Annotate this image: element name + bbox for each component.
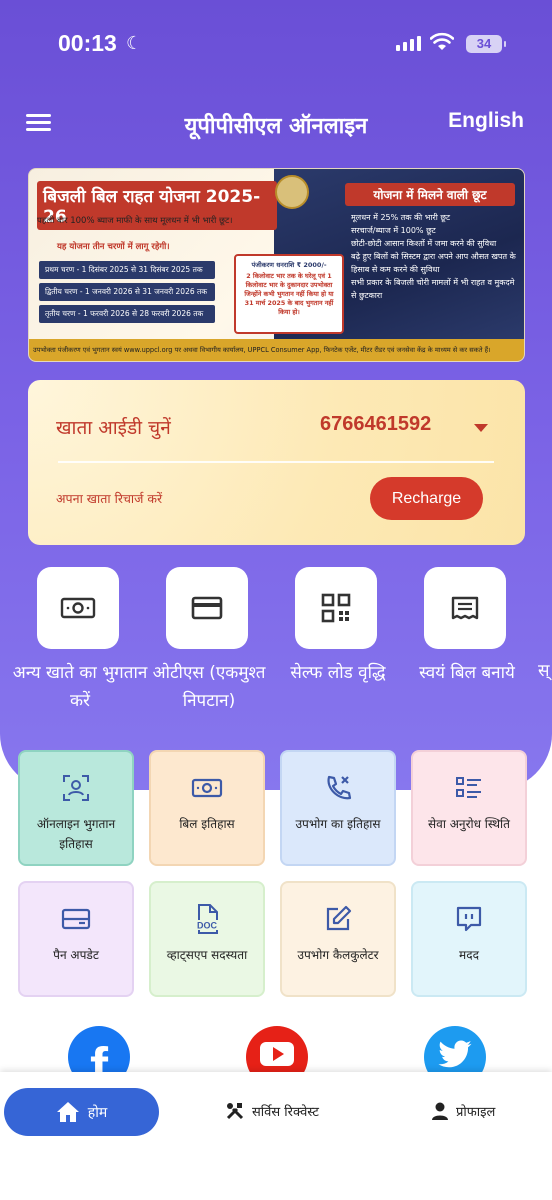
banner-registration-fee: पंजीकरण धनराशि ₹ 2000/- [251, 261, 327, 269]
battery-icon: 34 [466, 35, 506, 53]
benefit-item: छोटी-छोटी आसान किश्तों में जमा करने की स… [351, 239, 497, 248]
cash-icon [60, 597, 96, 619]
edit-icon [324, 903, 352, 935]
tools-icon [226, 1103, 244, 1120]
quick-action-box[interactable] [295, 567, 377, 649]
nav-home[interactable]: होम [4, 1088, 159, 1136]
quick-action-self-load[interactable]: सेल्फ लोड वृद्धि [290, 567, 386, 683]
service-tile[interactable]: पैन अपडेट [18, 881, 134, 997]
service-tile[interactable]: उपभोग का इतिहास [280, 750, 396, 866]
service-tile[interactable]: सेवा अनुरोध स्थिति [411, 750, 527, 866]
language-toggle[interactable]: English [448, 109, 524, 133]
card-icon [61, 903, 91, 935]
quick-action-box[interactable] [166, 567, 248, 649]
benefit-item: सरचार्ज/ब्याज में 100% छूट [351, 226, 436, 235]
person-icon [432, 1102, 448, 1120]
doc-icon: DOC [193, 903, 221, 935]
card-icon [191, 596, 223, 620]
app-header: यूपीपीसीएल ऑनलाइन English [0, 100, 552, 146]
quick-action-label-partial: स् [538, 661, 550, 681]
quick-action-label: ओटीएस (एकमुश्त निपटान) [152, 663, 266, 711]
account-id-dropdown[interactable]: 6766461592 [320, 413, 431, 436]
service-tile[interactable]: मदद [411, 881, 527, 997]
divider [58, 461, 494, 463]
cash-icon [191, 772, 223, 804]
service-tile-label: उपभोग कैलकुलेटर [297, 948, 379, 962]
banner-phase-2: द्वितीय चरण - 1 जनवरी 2026 से 31 जनवरी 2… [39, 283, 215, 301]
home-icon [56, 1102, 79, 1122]
status-time: 00:13 [58, 30, 117, 56]
account-card: खाता आईडी चुनें 6766461592 अपना खाता रिच… [28, 380, 525, 545]
signal-icon [396, 36, 421, 51]
nav-profile[interactable]: प्रोफाइल [432, 1102, 495, 1120]
account-select-label[interactable]: खाता आईडी चुनें [56, 414, 171, 440]
quick-action-label: सेल्फ लोड वृद्धि [290, 663, 386, 683]
nav-service-request[interactable]: सर्विस रिक्वेस्ट [226, 1102, 319, 1120]
moon-icon: ☾ [126, 33, 143, 54]
quick-action-ots[interactable]: ओटीएस (एकमुश्त निपटान) [153, 567, 265, 711]
quick-action-other-account[interactable]: अन्य खाते का भुगतान करें [13, 567, 147, 711]
banner-eligibility-box: पंजीकरण धनराशि ₹ 2000/- 2 किलोवाट भार तक… [234, 254, 344, 334]
chat-icon [455, 903, 483, 935]
service-tile-label: सेवा अनुरोध स्थिति [428, 817, 510, 831]
bottom-navigation: होम सर्विस रिक्वेस्ट प्रोफाइल [0, 1072, 552, 1200]
banner-eligibility: 2 किलोवाट भार तक के घरेलू एवं 1 किलोवाट … [244, 272, 334, 316]
service-tile-label: व्हाट्सएप सदस्यता [166, 948, 248, 962]
service-tile[interactable]: DOC व्हाट्सएप सदस्यता [149, 881, 265, 997]
banner-footer: उपभोक्ता पंजीकरण एवं भुगतान स्वयं www.up… [29, 339, 524, 361]
scheme-banner[interactable]: बिजली बिल राहत योजना 2025-26 पहली बार 10… [28, 168, 525, 362]
user-scan-icon [62, 772, 90, 804]
quick-action-label: स्वयं बिल बनाये [419, 663, 515, 683]
benefit-item: बढ़े हुए बिलों को सिस्टम द्वारा अपने आप … [351, 252, 516, 274]
svg-text:DOC: DOC [197, 921, 218, 931]
quick-action-box[interactable] [37, 567, 119, 649]
benefit-item: मूलधन में 25% तक की भारी छूट [351, 213, 450, 222]
status-bar: 00:13 ☾ 34 [0, 30, 552, 60]
banner-subtitle-2: यह योजना तीन चरणों में लागू रहेगी। [57, 242, 170, 252]
banner-phase-3: तृतीय चरण - 1 फरवरी 2026 से 28 फरवरी 202… [39, 305, 215, 323]
uppcl-logo [275, 175, 309, 209]
quick-action-self-bill[interactable]: स्वयं बिल बनाये [419, 567, 515, 683]
service-tile-label: बिल इतिहास [179, 817, 235, 831]
service-tile-label: पैन अपडेट [53, 948, 99, 962]
recharge-prompt: अपना खाता रिचार्ज करें [56, 491, 163, 506]
quick-action-label: अन्य खाते का भुगतान करें [12, 663, 148, 711]
banner-subtitle: पहली बार 100% ब्याज माफी के साथ मूलधन मे… [37, 216, 233, 226]
phone-missed-icon [324, 772, 352, 804]
service-tile[interactable]: बिल इतिहास [149, 750, 265, 866]
nav-home-label: होम [87, 1104, 108, 1121]
service-tile[interactable]: ऑनलाइन भुगतान इतिहास [18, 750, 134, 866]
service-tile-label: उपभोग का इतिहास [295, 817, 381, 831]
nav-profile-label: प्रोफाइल [456, 1105, 496, 1120]
service-tile-label: मदद [459, 948, 479, 962]
nav-service-request-label: सर्विस रिक्वेस्ट [252, 1105, 319, 1120]
recharge-button[interactable]: Recharge [370, 477, 483, 520]
service-tile-label: ऑनलाइन भुगतान इतिहास [36, 817, 116, 851]
chevron-down-icon[interactable] [474, 424, 488, 432]
service-tile[interactable]: उपभोग कैलकुलेटर [280, 881, 396, 997]
list-icon [455, 772, 483, 804]
qr-code-icon [321, 593, 351, 623]
quick-action-box[interactable] [424, 567, 506, 649]
banner-benefits-heading: योजना में मिलने वाली छूट [345, 183, 515, 206]
banner-benefits-list: मूलधन में 25% तक की भारी छूट सरचार्ज/ब्य… [351, 211, 521, 302]
banner-phase-1: प्रथम चरण - 1 दिसंबर 2025 से 31 दिसंबर 2… [39, 261, 215, 279]
wifi-icon [430, 32, 454, 50]
benefit-item: सभी प्रकार के बिजली चोरी मामलों में भी र… [351, 278, 515, 300]
receipt-icon [451, 596, 479, 620]
